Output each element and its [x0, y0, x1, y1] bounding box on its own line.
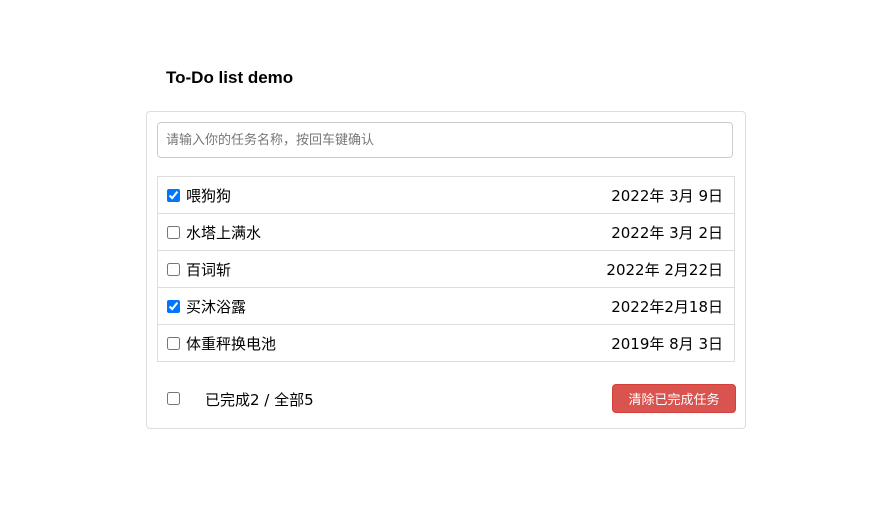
todo-checkbox[interactable] — [167, 336, 180, 350]
todo-date: 2022年2月18日 — [611, 297, 723, 316]
todo-name: 水塔上满水 — [186, 223, 262, 242]
todo-checkbox[interactable] — [167, 225, 180, 239]
page-title: To-Do list demo — [166, 68, 294, 87]
todo-item: 喂狗狗 2022年 3月 9日 — [157, 176, 735, 214]
todo-checkbox[interactable] — [167, 188, 180, 202]
todo-checkbox[interactable] — [167, 262, 180, 276]
todo-name: 体重秤换电池 — [186, 334, 277, 353]
todo-footer: 已完成2 / 全部5 清除已完成任务 — [147, 384, 745, 414]
task-name-input[interactable] — [157, 122, 733, 158]
todo-item: 体重秤换电池 2019年 8月 3日 — [157, 325, 735, 362]
todo-item: 水塔上满水 2022年 3月 2日 — [157, 214, 735, 251]
select-all-checkbox[interactable] — [167, 392, 180, 405]
todo-checkbox[interactable] — [167, 299, 180, 313]
completion-count: 已完成2 / 全部5 — [205, 391, 314, 409]
todo-name: 喂狗狗 — [186, 186, 232, 205]
todo-item: 百词斩 2022年 2月22日 — [157, 251, 735, 288]
todo-name: 百词斩 — [186, 260, 232, 279]
todo-item: 买沐浴露 2022年2月18日 — [157, 288, 735, 325]
clear-completed-button[interactable]: 清除已完成任务 — [612, 384, 736, 413]
todo-card: 喂狗狗 2022年 3月 9日水塔上满水 2022年 3月 2日百词斩 2022年 2… — [146, 111, 746, 429]
todo-date: 2022年 2月22日 — [606, 260, 723, 279]
todo-date: 2022年 3月 9日 — [611, 186, 723, 205]
todo-list: 喂狗狗 2022年 3月 9日水塔上满水 2022年 3月 2日百词斩 2022年 2… — [157, 176, 735, 362]
todo-date: 2022年 3月 2日 — [611, 223, 723, 242]
todo-date: 2019年 8月 3日 — [611, 334, 723, 353]
todo-name: 买沐浴露 — [186, 297, 247, 316]
